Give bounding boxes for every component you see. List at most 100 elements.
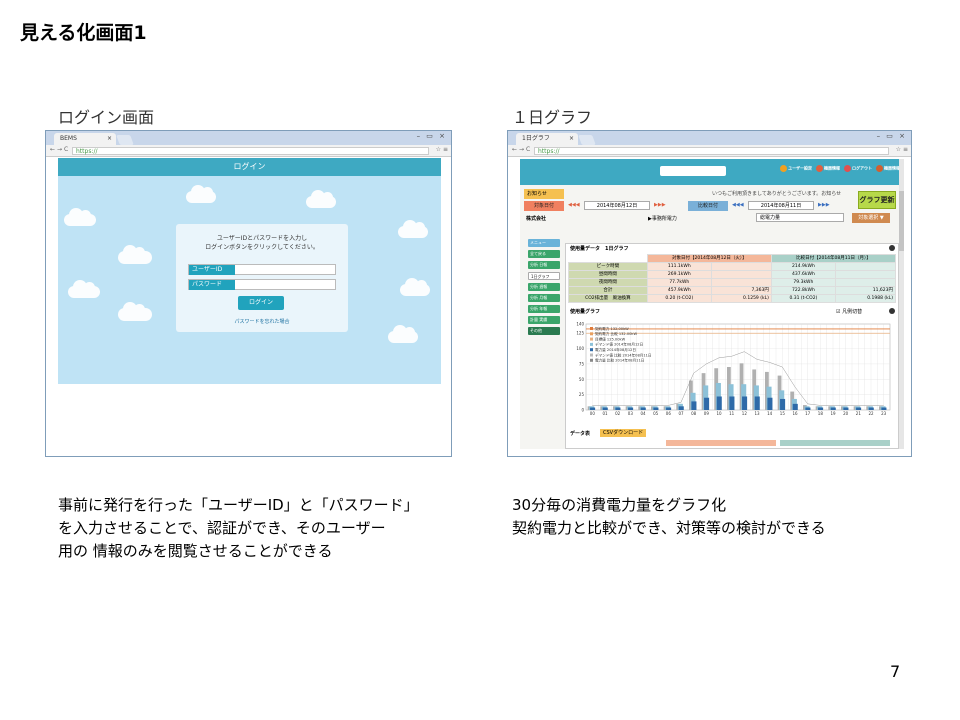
menu-icon[interactable]: ≡ — [903, 146, 908, 153]
window-controls[interactable]: – ▭ × — [417, 132, 447, 140]
target-date-prev-icon[interactable]: ◀◀◀ — [568, 201, 580, 210]
usage-data-panel: 使用量データ 1日グラフ 対象日付【2014年08月12日（火）】 比較日付【2… — [565, 243, 899, 449]
legend-entry: 契約電力 比較 132.00kW — [595, 331, 638, 336]
total-power-select[interactable]: 総電力量 — [756, 213, 844, 222]
cloud-decoration — [186, 185, 216, 203]
header-search-box[interactable] — [660, 166, 726, 176]
target-column-header: 対象日付【2014年08月12日（火）】 — [646, 254, 772, 263]
new-tab-button[interactable] — [578, 135, 596, 145]
login-button[interactable]: ログイン — [238, 296, 284, 310]
browser-tab[interactable]: BEMS × — [54, 133, 116, 145]
side-menu-item[interactable]: 計量 実績 — [528, 316, 560, 324]
bar — [691, 401, 697, 410]
bar — [767, 397, 773, 410]
collapse-icon[interactable] — [889, 308, 895, 314]
table-cell — [834, 270, 897, 279]
legend-entry: 目標値 125.00kW — [595, 336, 626, 341]
legend-toggle-checkbox[interactable]: ☑ 凡例切替 — [836, 308, 862, 315]
x-tick-label: 19 — [830, 411, 836, 416]
table-cell: 昼間時間 — [568, 270, 648, 279]
user-id-field[interactable]: ユーザーID — [188, 264, 336, 275]
legend-swatch — [590, 358, 593, 362]
bar — [881, 407, 887, 410]
data-table-header-b — [780, 440, 890, 446]
window-controls[interactable]: – ▭ × — [877, 132, 907, 140]
x-tick-label: 14 — [767, 411, 773, 416]
tab-bar: BEMS × – ▭ × — [46, 131, 451, 145]
close-icon[interactable]: × — [569, 133, 574, 145]
collapse-icon[interactable] — [889, 245, 895, 251]
csv-download-button[interactable]: CSVダウンロード — [600, 429, 647, 437]
side-menu-item[interactable]: 分析 週報 — [528, 283, 560, 291]
legend-swatch — [590, 332, 593, 336]
bar — [678, 406, 684, 410]
bar — [843, 407, 849, 410]
y-tick-label: 25 — [579, 392, 585, 397]
vertical-scrollbar[interactable] — [899, 159, 904, 449]
compare-column-header: 比較日付【2014年08月11日（月）】 — [770, 254, 897, 263]
x-tick-label: 21 — [856, 411, 862, 416]
compare-date-next-icon[interactable]: ▶▶▶ — [818, 201, 830, 210]
side-menu-item[interactable]: 1日グラフ — [528, 272, 560, 280]
side-menu-item[interactable]: 分析 日報 — [528, 261, 560, 269]
bar — [602, 407, 608, 410]
table-row: 昼間時間 269.1kWh 437.6kWh — [568, 270, 897, 279]
back-forward-reload-icons[interactable]: ←→C — [512, 146, 532, 153]
x-tick-label: 03 — [628, 411, 634, 416]
legend-entry: デマンド値 2014年08月12日 — [595, 342, 643, 347]
select-target-button[interactable]: 対象選択 ▼ — [852, 213, 890, 223]
x-tick-label: 20 — [843, 411, 849, 416]
user-settings-icon[interactable]: ユーザー設定 — [780, 165, 812, 172]
side-menu-item[interactable]: 分析 月報 — [528, 294, 560, 302]
device-info-icon[interactable]: 機器情報 — [816, 165, 840, 172]
compare-date-field[interactable]: 2014年08月11日 — [748, 201, 814, 210]
bar — [615, 407, 621, 410]
forgot-password-link[interactable]: パスワードを忘れた場合 — [176, 318, 348, 325]
x-tick-label: 09 — [704, 411, 710, 416]
cloud-decoration — [400, 278, 430, 296]
legend-swatch — [590, 327, 593, 330]
bookmark-star-icon[interactable]: ☆ — [896, 146, 901, 153]
table-cell: 0.20 (t-CO2) — [646, 294, 712, 303]
table-cell: 77.7kWh — [646, 278, 712, 287]
logout-icon[interactable]: ログアウト — [844, 165, 872, 172]
side-menu-item[interactable]: 全て戻る — [528, 250, 560, 258]
side-menu-item[interactable]: その他 — [528, 327, 560, 335]
bar — [805, 407, 811, 410]
login-browser-window: BEMS × – ▭ × ←→C https:// ☆ ≡ ログイン ユーザーID… — [45, 130, 452, 457]
panel-title: 使用量データ 1日グラフ — [570, 246, 629, 252]
tab-label: 1日グラフ — [522, 135, 550, 142]
side-menu-item[interactable]: メニュー — [528, 239, 560, 247]
target-date-next-icon[interactable]: ▶▶▶ — [654, 201, 666, 210]
side-menu-item[interactable]: 分析 年報 — [528, 305, 560, 313]
cloud-decoration — [398, 220, 428, 238]
new-tab-button[interactable] — [116, 135, 134, 145]
table-cell: 合計 — [568, 286, 648, 295]
bookmark-star-icon[interactable]: ☆ — [436, 146, 441, 153]
target-date-field[interactable]: 2014年08月12日 — [584, 201, 650, 210]
x-tick-label: 10 — [716, 411, 722, 416]
legend-entry: 電力量 2014年08月12日 — [595, 347, 636, 352]
bar — [704, 397, 710, 410]
bar — [666, 407, 672, 410]
url-field[interactable]: https:// — [72, 147, 429, 155]
bar — [716, 396, 722, 410]
url-field[interactable]: https:// — [534, 147, 889, 155]
table-cell: 111.1kWh — [646, 262, 712, 271]
back-forward-reload-icons[interactable]: ←→C — [50, 146, 70, 153]
login-form: ユーザーIDとパスワードを入力し ログインボタンをクリックしてください。 ユーザ… — [176, 224, 348, 332]
password-field[interactable]: パスワード — [188, 279, 336, 290]
browser-tab[interactable]: 1日グラフ × — [516, 133, 578, 145]
bar — [729, 396, 735, 410]
device-info-icon-2[interactable]: 機器情報 — [876, 165, 900, 172]
y-tick-label: 125 — [576, 331, 584, 336]
bar — [590, 407, 596, 410]
graph-update-button[interactable]: グラフ更新 — [858, 191, 896, 209]
menu-icon[interactable]: ≡ — [443, 146, 448, 153]
app-header: ユーザー設定 機器情報 ログアウト 機器情報 — [520, 159, 904, 185]
x-tick-label: 02 — [615, 411, 621, 416]
close-icon[interactable]: × — [107, 133, 112, 145]
compare-date-prev-icon[interactable]: ◀◀◀ — [732, 201, 744, 210]
x-tick-label: 07 — [678, 411, 684, 416]
password-label: パスワード — [189, 280, 235, 290]
